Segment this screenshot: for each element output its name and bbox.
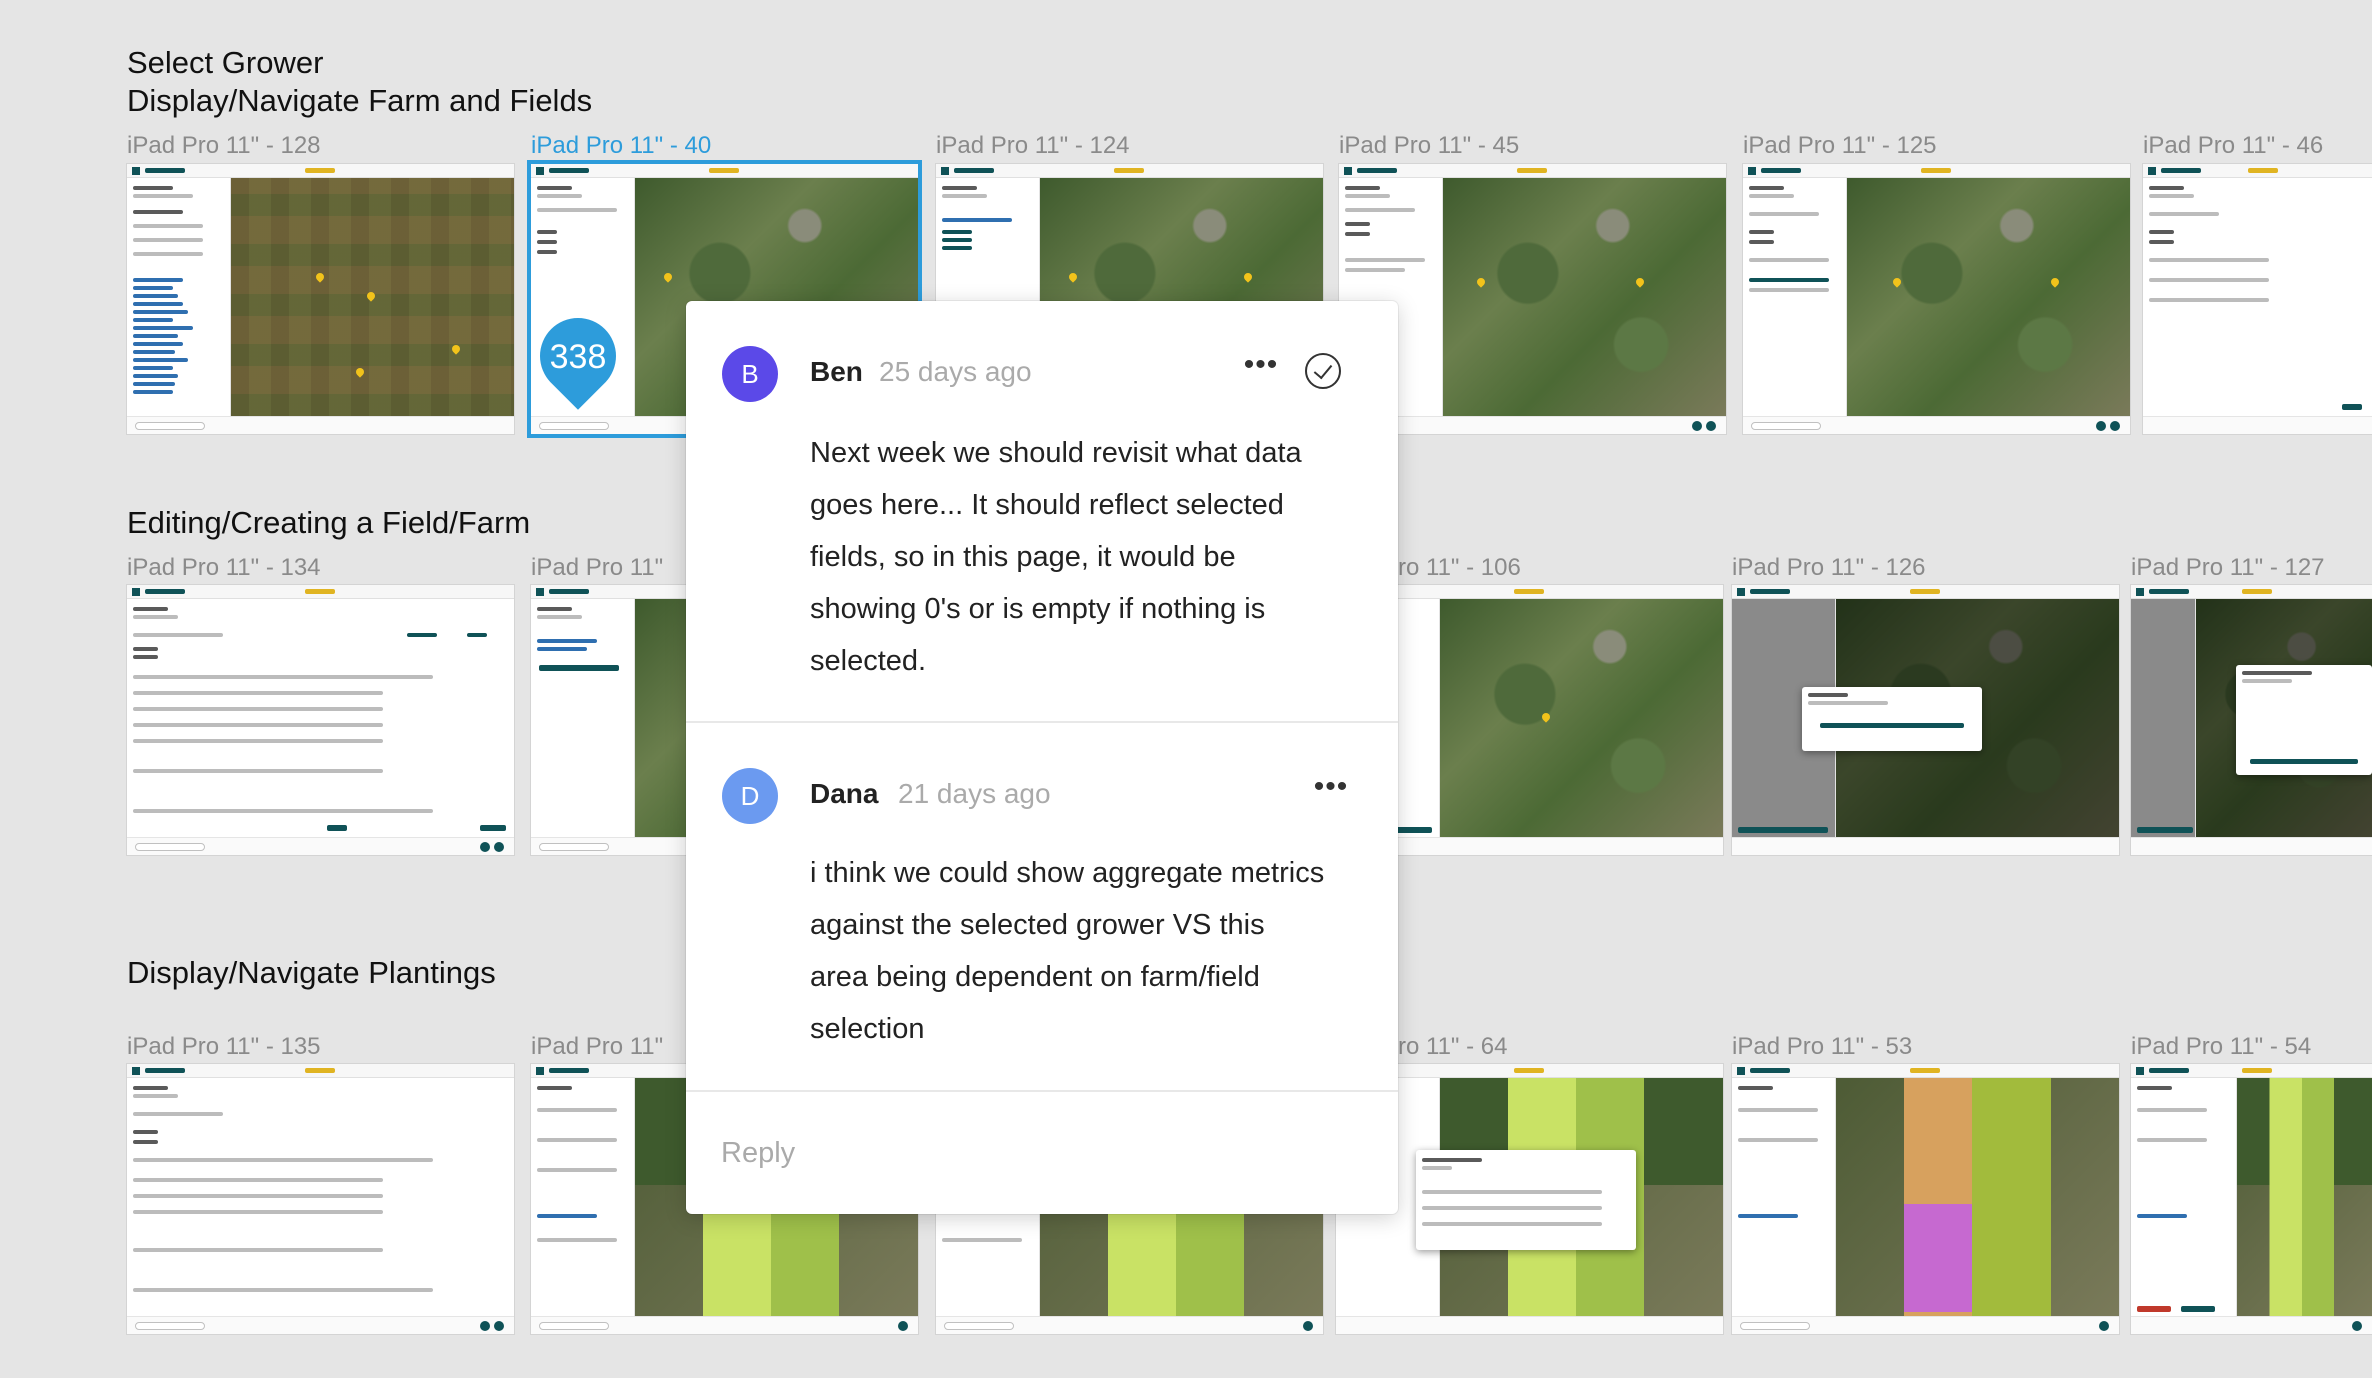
- comment-item: B Ben 25 days ago ••• Next week we shoul…: [686, 301, 1398, 723]
- frame-thumbnail[interactable]: [1743, 164, 2130, 434]
- frame-label[interactable]: iPad Pro 11" - 126: [1732, 554, 1926, 582]
- frame-label[interactable]: iPad Pro 11" - 124: [936, 132, 1130, 160]
- more-horizontal-icon[interactable]: •••: [1241, 347, 1281, 387]
- frame-label[interactable]: iPad Pro 11" - 45: [1339, 132, 1519, 160]
- comment-body: Next week we should revisit what data go…: [810, 437, 1302, 677]
- frame-label[interactable]: iPad Pro 11": [531, 554, 663, 582]
- check-circle-icon[interactable]: [1305, 353, 1341, 389]
- frame-thumbnail[interactable]: [127, 585, 514, 855]
- section-title-select-grower: Select Grower: [127, 45, 324, 80]
- frame-thumbnail[interactable]: [2131, 1064, 2372, 1334]
- avatar: D: [722, 768, 778, 824]
- frame-label[interactable]: ro 11" - 106: [1398, 554, 1521, 582]
- frame-thumbnail[interactable]: [2131, 585, 2372, 855]
- comment-author: Dana: [810, 778, 879, 809]
- frame-label[interactable]: iPad Pro 11" - 53: [1732, 1033, 1912, 1061]
- frame-label[interactable]: iPad Pro 11" - 135: [127, 1033, 321, 1061]
- frame-thumbnail[interactable]: [2143, 164, 2372, 434]
- comment-item: D Dana 21 days ago ••• i think we could …: [686, 723, 1398, 1092]
- comment-timestamp: 21 days ago: [898, 778, 1051, 809]
- comment-body: i think we could show aggregate metrics …: [810, 857, 1325, 1045]
- frame-label[interactable]: iPad Pro 11" - 127: [2131, 554, 2325, 582]
- frame-thumbnail[interactable]: [1732, 1064, 2119, 1334]
- frame-label[interactable]: iPad Pro 11" - 128: [127, 132, 321, 160]
- comment-timestamp: 25 days ago: [879, 356, 1032, 387]
- comment-count-badge[interactable]: 338: [540, 338, 616, 377]
- more-horizontal-icon[interactable]: •••: [1311, 769, 1351, 809]
- section-title-navigate-plantings: Display/Navigate Plantings: [127, 955, 496, 990]
- frame-thumbnail[interactable]: [127, 164, 514, 434]
- avatar: B: [722, 346, 778, 402]
- frame-label[interactable]: iPad Pro 11" - 134: [127, 554, 321, 582]
- frame-label[interactable]: iPad Pro 11": [531, 1033, 663, 1061]
- frame-label-selected[interactable]: iPad Pro 11" - 40: [531, 132, 711, 160]
- frame-label[interactable]: iPad Pro 11" - 54: [2131, 1033, 2311, 1061]
- reply-input[interactable]: Reply: [721, 1137, 795, 1170]
- frame-label[interactable]: iPad Pro 11" - 125: [1743, 132, 1937, 160]
- frame-label[interactable]: iPad Pro 11" - 46: [2143, 132, 2323, 160]
- comment-thread-popover: B Ben 25 days ago ••• Next week we shoul…: [686, 301, 1398, 1214]
- section-title-editing-field-farm: Editing/Creating a Field/Farm: [127, 505, 531, 540]
- frame-thumbnail[interactable]: [127, 1064, 514, 1334]
- frame-label[interactable]: ro 11" - 64: [1398, 1033, 1507, 1061]
- section-title-navigate-farm-fields: Display/Navigate Farm and Fields: [127, 83, 593, 118]
- comment-author: Ben: [810, 356, 863, 387]
- frame-thumbnail[interactable]: [1732, 585, 2119, 855]
